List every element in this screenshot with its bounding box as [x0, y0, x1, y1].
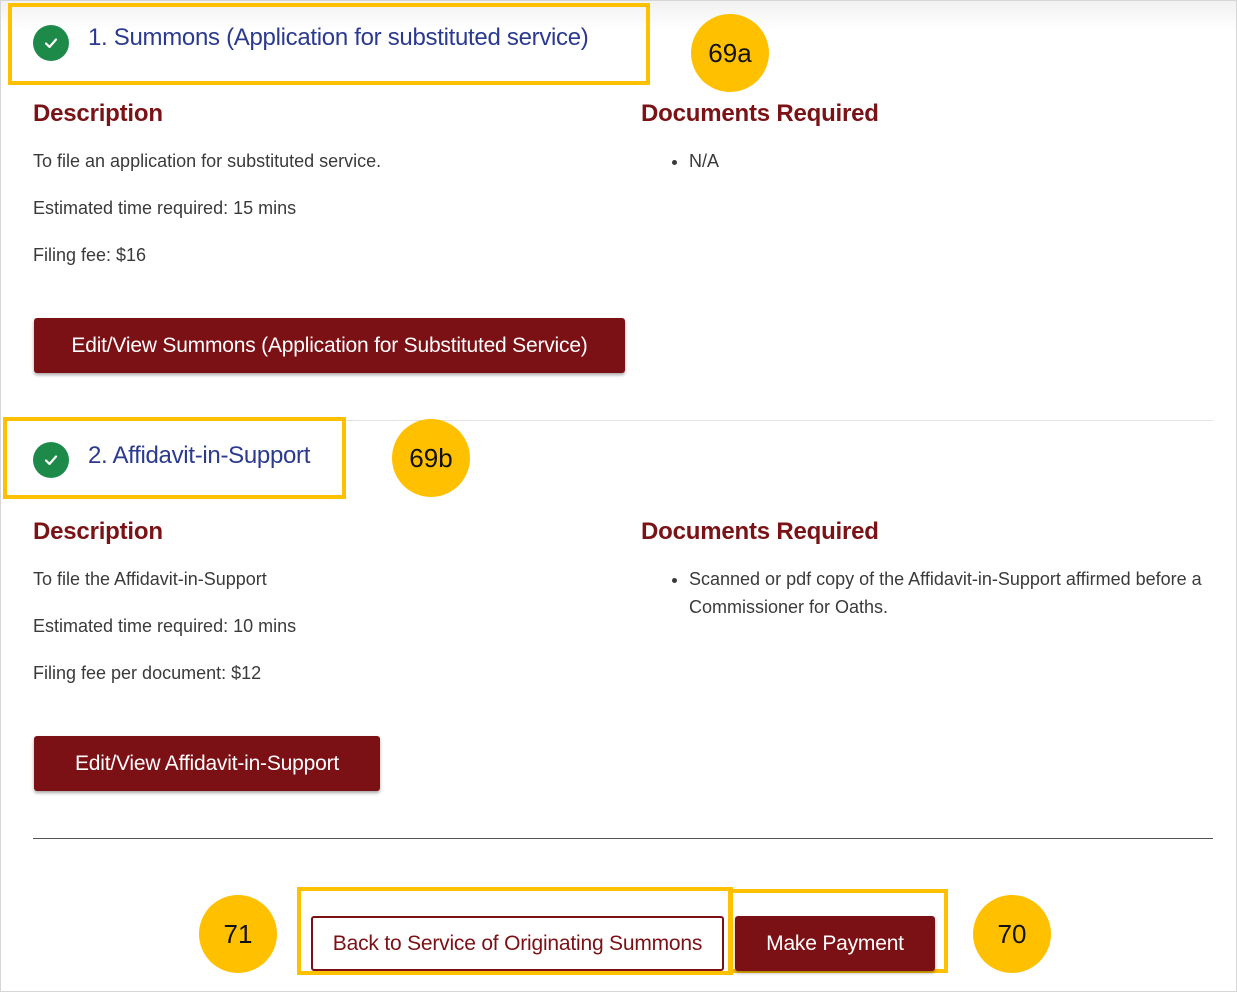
edit-view-affidavit-button[interactable]: Edit/View Affidavit-in-Support [34, 736, 380, 791]
back-to-service-button[interactable]: Back to Service of Originating Summons [311, 916, 724, 971]
callout-badge: 69b [392, 419, 470, 497]
estimated-time-text: Estimated time required: 10 mins [33, 616, 297, 636]
description-text: To file an application for substituted s… [33, 151, 382, 171]
documents-list: Scanned or pdf copy of the Affidavit-in-… [669, 565, 1229, 621]
document-item: N/A [689, 147, 1229, 175]
description-heading: Description [33, 518, 163, 545]
callout-badge: 69a [691, 14, 769, 92]
step-title[interactable]: 2. Affidavit-in-Support [88, 442, 310, 470]
footer-divider [33, 838, 1213, 839]
documents-required-heading: Documents Required [641, 100, 879, 127]
check-circle-icon [33, 442, 69, 478]
estimated-time-text: Estimated time required: 15 mins [33, 198, 297, 218]
callout-badge: 70 [973, 895, 1051, 973]
document-item: Scanned or pdf copy of the Affidavit-in-… [689, 565, 1229, 621]
description-heading: Description [33, 100, 163, 127]
filing-fee-text: Filing fee: $16 [33, 245, 147, 265]
edit-view-summons-button[interactable]: Edit/View Summons (Application for Subst… [34, 318, 625, 373]
make-payment-button[interactable]: Make Payment [735, 916, 935, 971]
check-circle-icon [33, 25, 69, 61]
documents-required-heading: Documents Required [641, 518, 879, 545]
filing-fee-text: Filing fee per document: $12 [33, 663, 262, 683]
callout-badge: 71 [199, 895, 277, 973]
documents-list: N/A [669, 147, 1229, 175]
step-title[interactable]: 1. Summons (Application for substituted … [88, 24, 589, 52]
page-frame: 1. Summons (Application for substituted … [0, 0, 1237, 992]
description-text: To file the Affidavit-in-Support [33, 569, 267, 589]
